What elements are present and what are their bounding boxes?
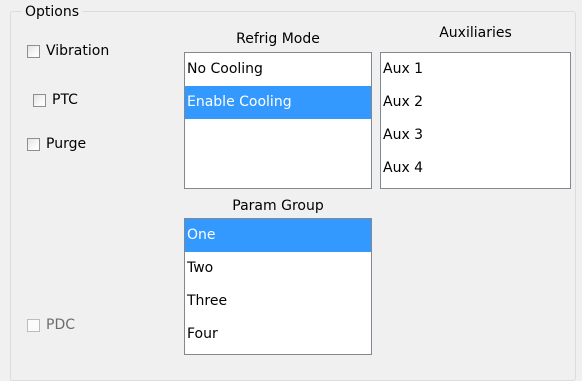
pdc-checkbox[interactable]: PDC: [27, 317, 75, 333]
vibration-checkbox[interactable]: Vibration: [27, 43, 109, 59]
purge-label: Purge: [46, 136, 87, 152]
auxiliary-item[interactable]: Aux 4: [381, 152, 570, 185]
vibration-checkbox-box[interactable]: [27, 44, 40, 58]
auxiliary-item[interactable]: Aux 2: [381, 86, 570, 119]
auxiliary-item[interactable]: Aux 3: [381, 119, 570, 152]
ptc-label: PTC: [52, 92, 78, 108]
auxiliary-item[interactable]: Aux 1: [381, 53, 570, 86]
refrig-mode-item[interactable]: No Cooling: [185, 53, 371, 86]
auxiliaries-listbox[interactable]: Aux 1 Aux 2 Aux 3 Aux 4: [380, 52, 571, 189]
refrig-mode-item[interactable]: Enable Cooling: [185, 86, 371, 119]
purge-checkbox[interactable]: Purge: [27, 136, 86, 152]
param-group-label: Param Group: [232, 198, 324, 214]
param-group-item[interactable]: One: [185, 219, 371, 252]
ptc-checkbox[interactable]: PTC: [33, 92, 78, 108]
options-group-title: Options: [22, 4, 83, 20]
param-group-item[interactable]: Three: [185, 285, 371, 318]
param-group-item[interactable]: Four: [185, 318, 371, 351]
vibration-label: Vibration: [46, 43, 110, 59]
refrig-mode-label: Refrig Mode: [236, 31, 320, 47]
pdc-checkbox-box[interactable]: [27, 318, 40, 332]
refrig-mode-listbox[interactable]: No Cooling Enable Cooling: [184, 52, 372, 189]
param-group-item[interactable]: Two: [185, 252, 371, 285]
auxiliaries-label: Auxiliaries: [439, 25, 512, 41]
pdc-label: PDC: [46, 317, 75, 333]
purge-checkbox-box[interactable]: [27, 137, 40, 151]
param-group-listbox[interactable]: One Two Three Four: [184, 218, 372, 355]
ptc-checkbox-box[interactable]: [33, 93, 46, 107]
